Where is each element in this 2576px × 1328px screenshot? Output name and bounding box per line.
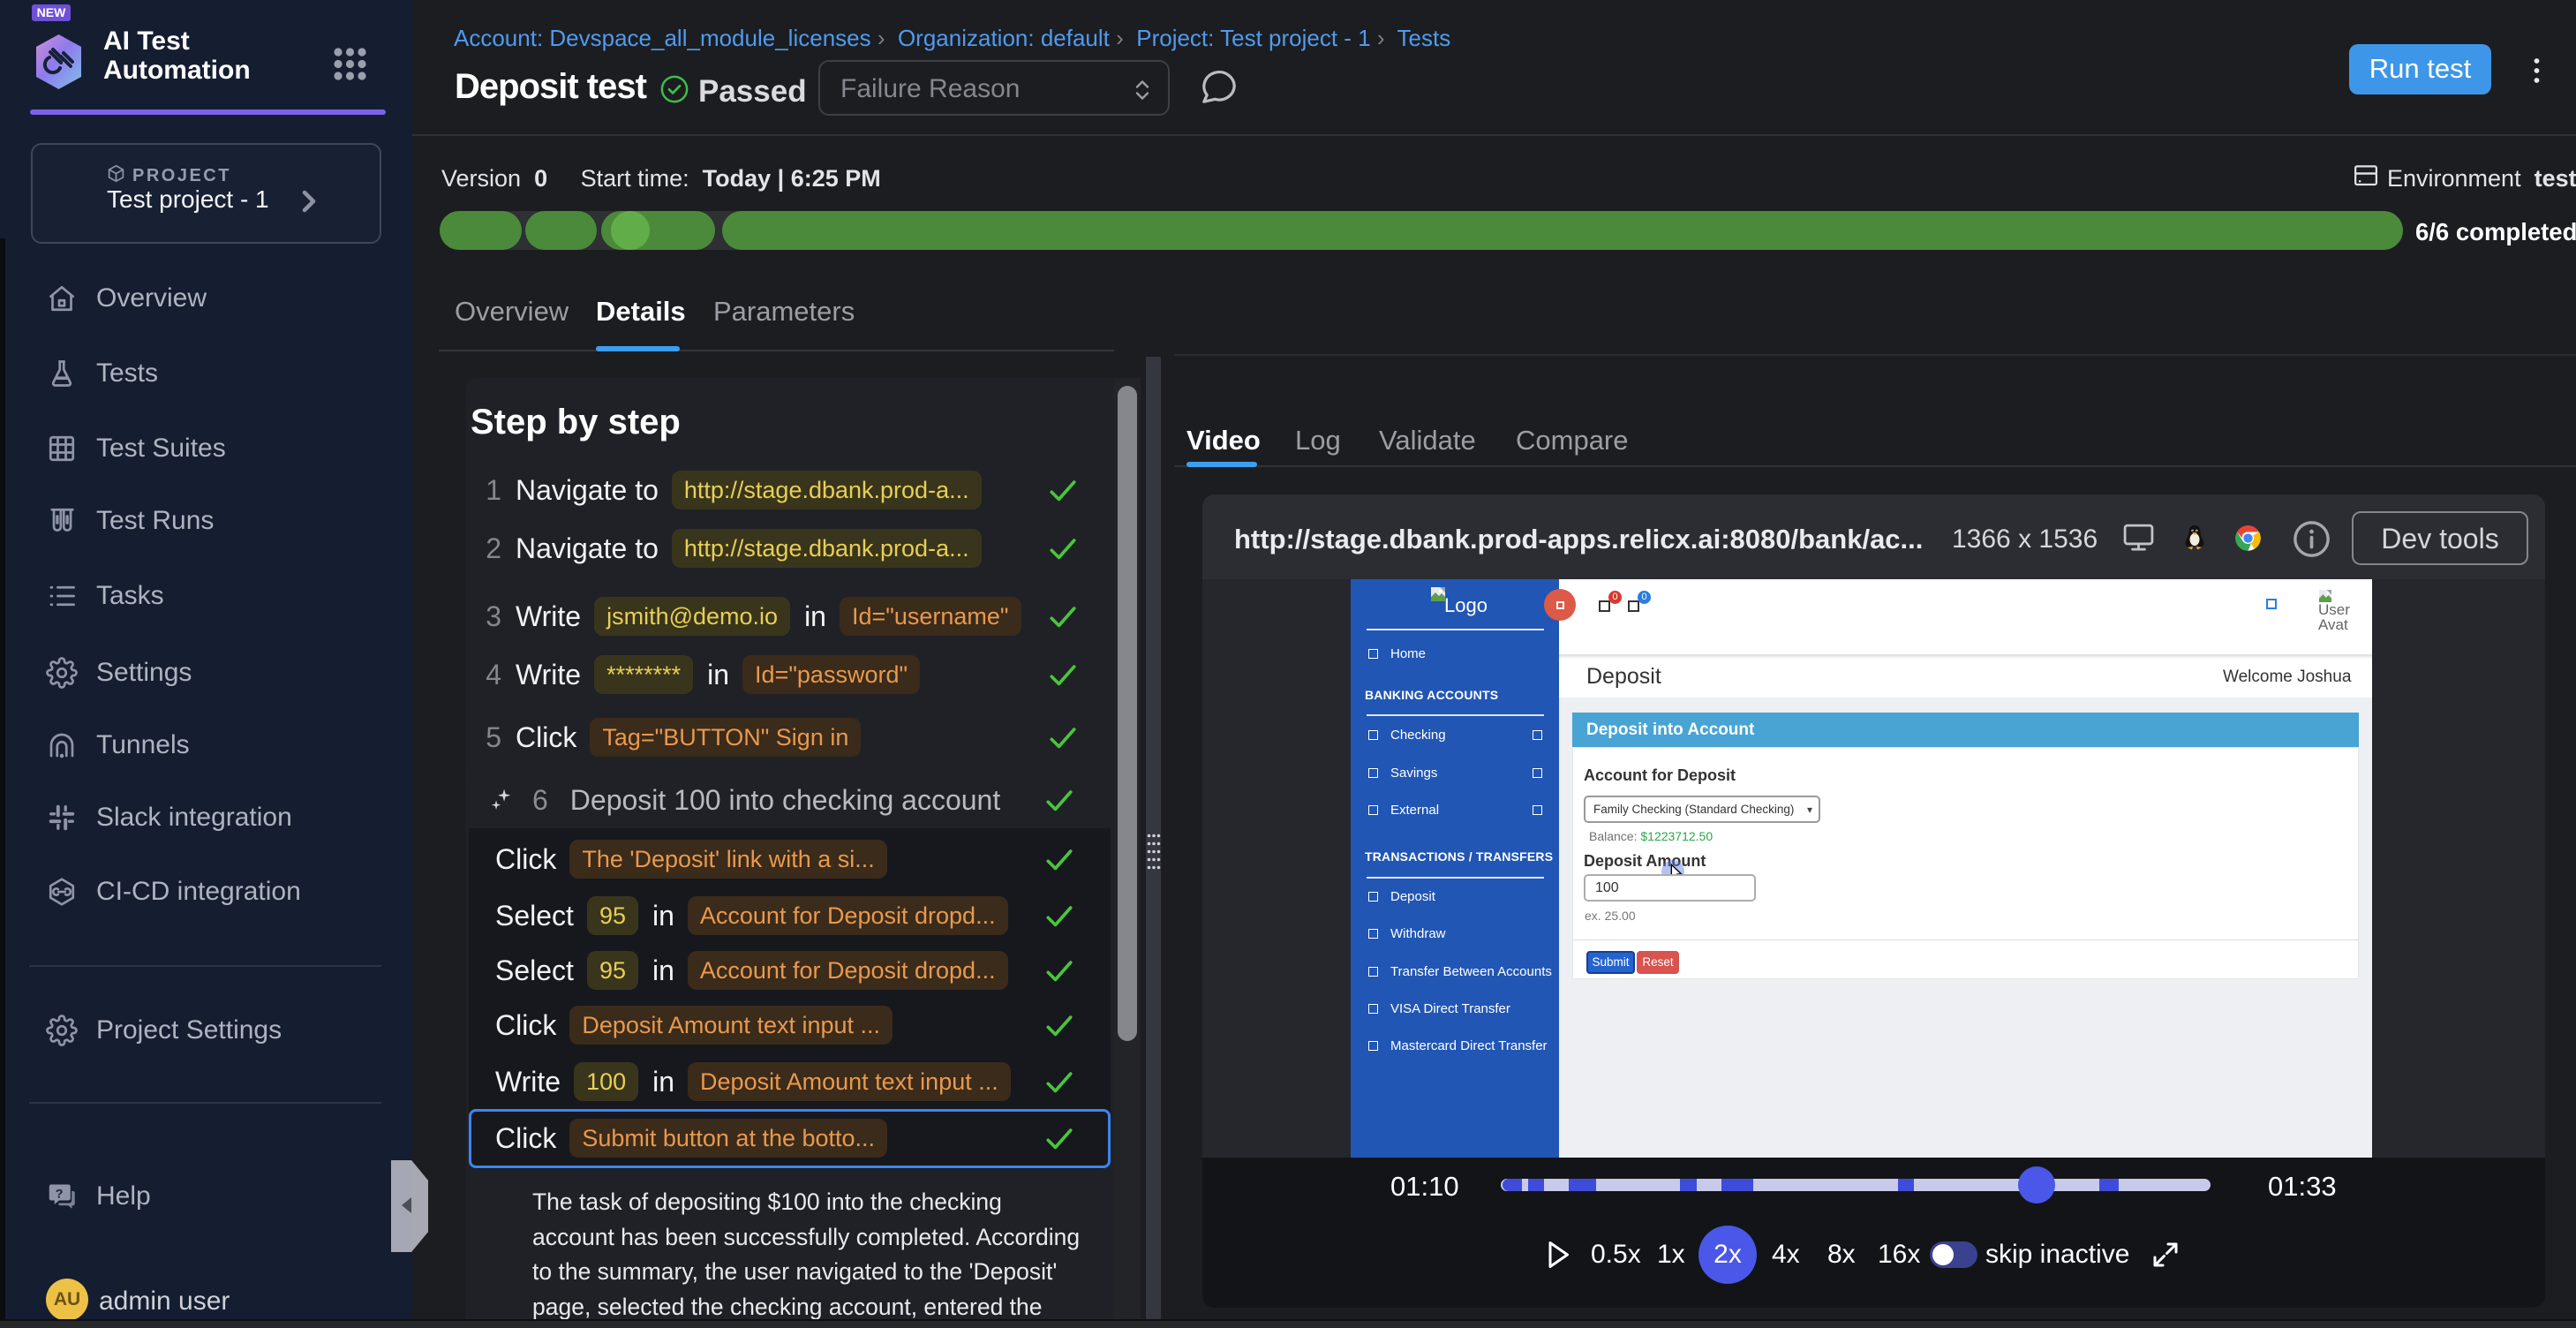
svg-text:?: ? <box>56 1188 64 1202</box>
